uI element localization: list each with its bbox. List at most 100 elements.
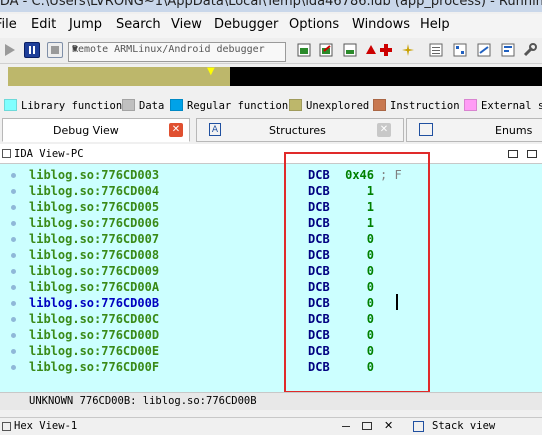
- listing-row[interactable]: liblog.so:776CD003 DCB 0x46; F: [0, 168, 542, 184]
- breakpoint-dot-icon[interactable]: [11, 221, 16, 226]
- navigation-strip[interactable]: ▼: [8, 67, 542, 86]
- listing-row[interactable]: liblog.so:776CD00C DCB 0: [0, 312, 542, 328]
- menu-help[interactable]: Help: [420, 17, 450, 32]
- graph-view-button[interactable]: [452, 42, 468, 58]
- row-address: liblog.so:776CD007: [29, 232, 160, 246]
- breakpoint-dot-icon[interactable]: [11, 237, 16, 242]
- breakpoint-dot-icon[interactable]: [11, 253, 16, 258]
- breakpoint-dot-icon[interactable]: [11, 333, 16, 338]
- tools-button[interactable]: [522, 42, 538, 58]
- legend-label: External sy: [481, 100, 542, 112]
- legend-label: Instruction: [390, 100, 460, 112]
- restore-icon[interactable]: [362, 422, 372, 430]
- legend-swatch: [289, 99, 302, 111]
- step-into-button[interactable]: [296, 42, 312, 58]
- structures-icon: A: [209, 123, 221, 136]
- list-view-button[interactable]: [428, 42, 444, 58]
- menu-debugger[interactable]: Debugger: [214, 17, 278, 32]
- step-out-icon: [366, 45, 376, 54]
- tab-label: Enums: [495, 124, 533, 137]
- ida-view-header: IDA View-PC: [0, 144, 542, 164]
- listing-row[interactable]: liblog.so:776CD006 DCB 1: [0, 216, 542, 232]
- legend-label: Library function: [21, 100, 123, 112]
- listing-row[interactable]: liblog.so:776CD008 DCB 0: [0, 248, 542, 264]
- row-address: liblog.so:776CD00B: [29, 296, 160, 310]
- status-line: UNKNOWN 776CD00B: liblog.so:776CD00B: [0, 392, 542, 410]
- breakpoint-dot-icon[interactable]: [11, 205, 16, 210]
- legend-unexplored: Unexplored: [289, 99, 369, 112]
- close-icon[interactable]: ✕: [169, 123, 183, 137]
- plus-icon: [380, 44, 392, 56]
- pause-icon: [29, 46, 35, 54]
- restore-icon[interactable]: [508, 150, 518, 158]
- breakpoint-dot-icon[interactable]: [11, 189, 16, 194]
- row-address: liblog.so:776CD00D: [29, 328, 160, 342]
- menu-search[interactable]: Search: [116, 17, 161, 32]
- breakpoint-dot-icon[interactable]: [11, 349, 16, 354]
- stack-view-title[interactable]: Stack view: [432, 420, 495, 432]
- legend-swatch: [373, 99, 386, 111]
- tab-debug-view[interactable]: Debug View ✕: [2, 118, 190, 142]
- listing-row[interactable]: liblog.so:776CD005 DCB 1: [0, 200, 542, 216]
- listing-row[interactable]: liblog.so:776CD007 DCB 0: [0, 232, 542, 248]
- row-address: liblog.so:776CD009: [29, 264, 160, 278]
- toolbar: Remote ARMLinux/Android debugger ▼: [0, 38, 542, 64]
- menu-windows[interactable]: Windows: [352, 17, 410, 32]
- bottom-dock: Hex View-1 ✕ Stack view: [0, 417, 542, 435]
- listing-row[interactable]: liblog.so:776CD00E DCB 0: [0, 344, 542, 360]
- pause-process-button[interactable]: [24, 42, 40, 58]
- step-out-button[interactable]: [363, 42, 379, 58]
- stop-icon: [51, 46, 59, 54]
- minimize-icon[interactable]: [342, 426, 350, 427]
- hex-button[interactable]: [500, 42, 516, 58]
- toggle-tracing-button[interactable]: [400, 42, 416, 58]
- menu-edit[interactable]: Edit: [31, 17, 56, 32]
- run-to-cursor-button[interactable]: [342, 42, 358, 58]
- listing-row-current[interactable]: liblog.so:776CD00B DCB 0: [0, 296, 542, 312]
- sparkle-icon: [402, 44, 414, 56]
- step-over-button[interactable]: [318, 42, 334, 58]
- tab-structures[interactable]: A Structures ✕: [196, 118, 404, 142]
- tab-label: Structures: [269, 124, 326, 137]
- breakpoint-dot-icon[interactable]: [11, 365, 16, 370]
- status-text: UNKNOWN 776CD00B: liblog.so:776CD00B: [29, 395, 257, 407]
- chevron-down-icon: ▼: [72, 44, 79, 55]
- menu-jump[interactable]: Jump: [69, 17, 102, 32]
- tab-label: Debug View: [53, 124, 119, 137]
- close-icon[interactable]: ✕: [384, 419, 393, 432]
- legend-instruction: Instruction: [373, 99, 460, 112]
- unexplored-region: [8, 67, 230, 86]
- menu-file[interactable]: File: [0, 17, 17, 32]
- row-address: liblog.so:776CD00E: [29, 344, 160, 358]
- continue-process-button[interactable]: [2, 42, 18, 58]
- breakpoint-dot-icon[interactable]: [11, 173, 16, 178]
- close-icon[interactable]: ✕: [377, 123, 391, 137]
- red-highlight-box: [284, 152, 430, 393]
- add-breakpoint-button[interactable]: [378, 42, 394, 58]
- breakpoint-dot-icon[interactable]: [11, 269, 16, 274]
- hex-view-title[interactable]: Hex View-1: [14, 420, 77, 432]
- listing-row[interactable]: liblog.so:776CD00F DCB 0: [0, 360, 542, 376]
- hex-icon: [501, 43, 515, 57]
- menu-view[interactable]: View: [171, 17, 202, 32]
- scripts-button[interactable]: [476, 42, 492, 58]
- row-address: liblog.so:776CD008: [29, 248, 160, 262]
- enums-icon: [419, 123, 433, 136]
- listing-row[interactable]: liblog.so:776CD00D DCB 0: [0, 328, 542, 344]
- tab-enums[interactable]: Enums: [406, 118, 542, 142]
- listing-row[interactable]: liblog.so:776CD009 DCB 0: [0, 264, 542, 280]
- listing-row[interactable]: liblog.so:776CD00A DCB 0: [0, 280, 542, 296]
- maximize-icon[interactable]: [527, 150, 537, 158]
- position-marker-icon: ▼: [207, 66, 215, 77]
- breakpoint-dot-icon[interactable]: [11, 317, 16, 322]
- stack-view-icon: [413, 421, 424, 432]
- menu-options[interactable]: Options: [289, 17, 339, 32]
- breakpoint-dot-icon[interactable]: [11, 285, 16, 290]
- tab-bar: Debug View ✕ A Structures ✕ Enums: [0, 118, 542, 142]
- breakpoint-dot-icon[interactable]: [11, 301, 16, 306]
- menu-bar: File Edit Jump Search View Debugger Opti…: [0, 14, 542, 38]
- debugger-select[interactable]: Remote ARMLinux/Android debugger ▼: [68, 42, 286, 62]
- terminate-process-button[interactable]: [47, 42, 63, 58]
- color-legend: Library function Data Regular function U…: [0, 96, 542, 116]
- listing-row[interactable]: liblog.so:776CD004 DCB 1: [0, 184, 542, 200]
